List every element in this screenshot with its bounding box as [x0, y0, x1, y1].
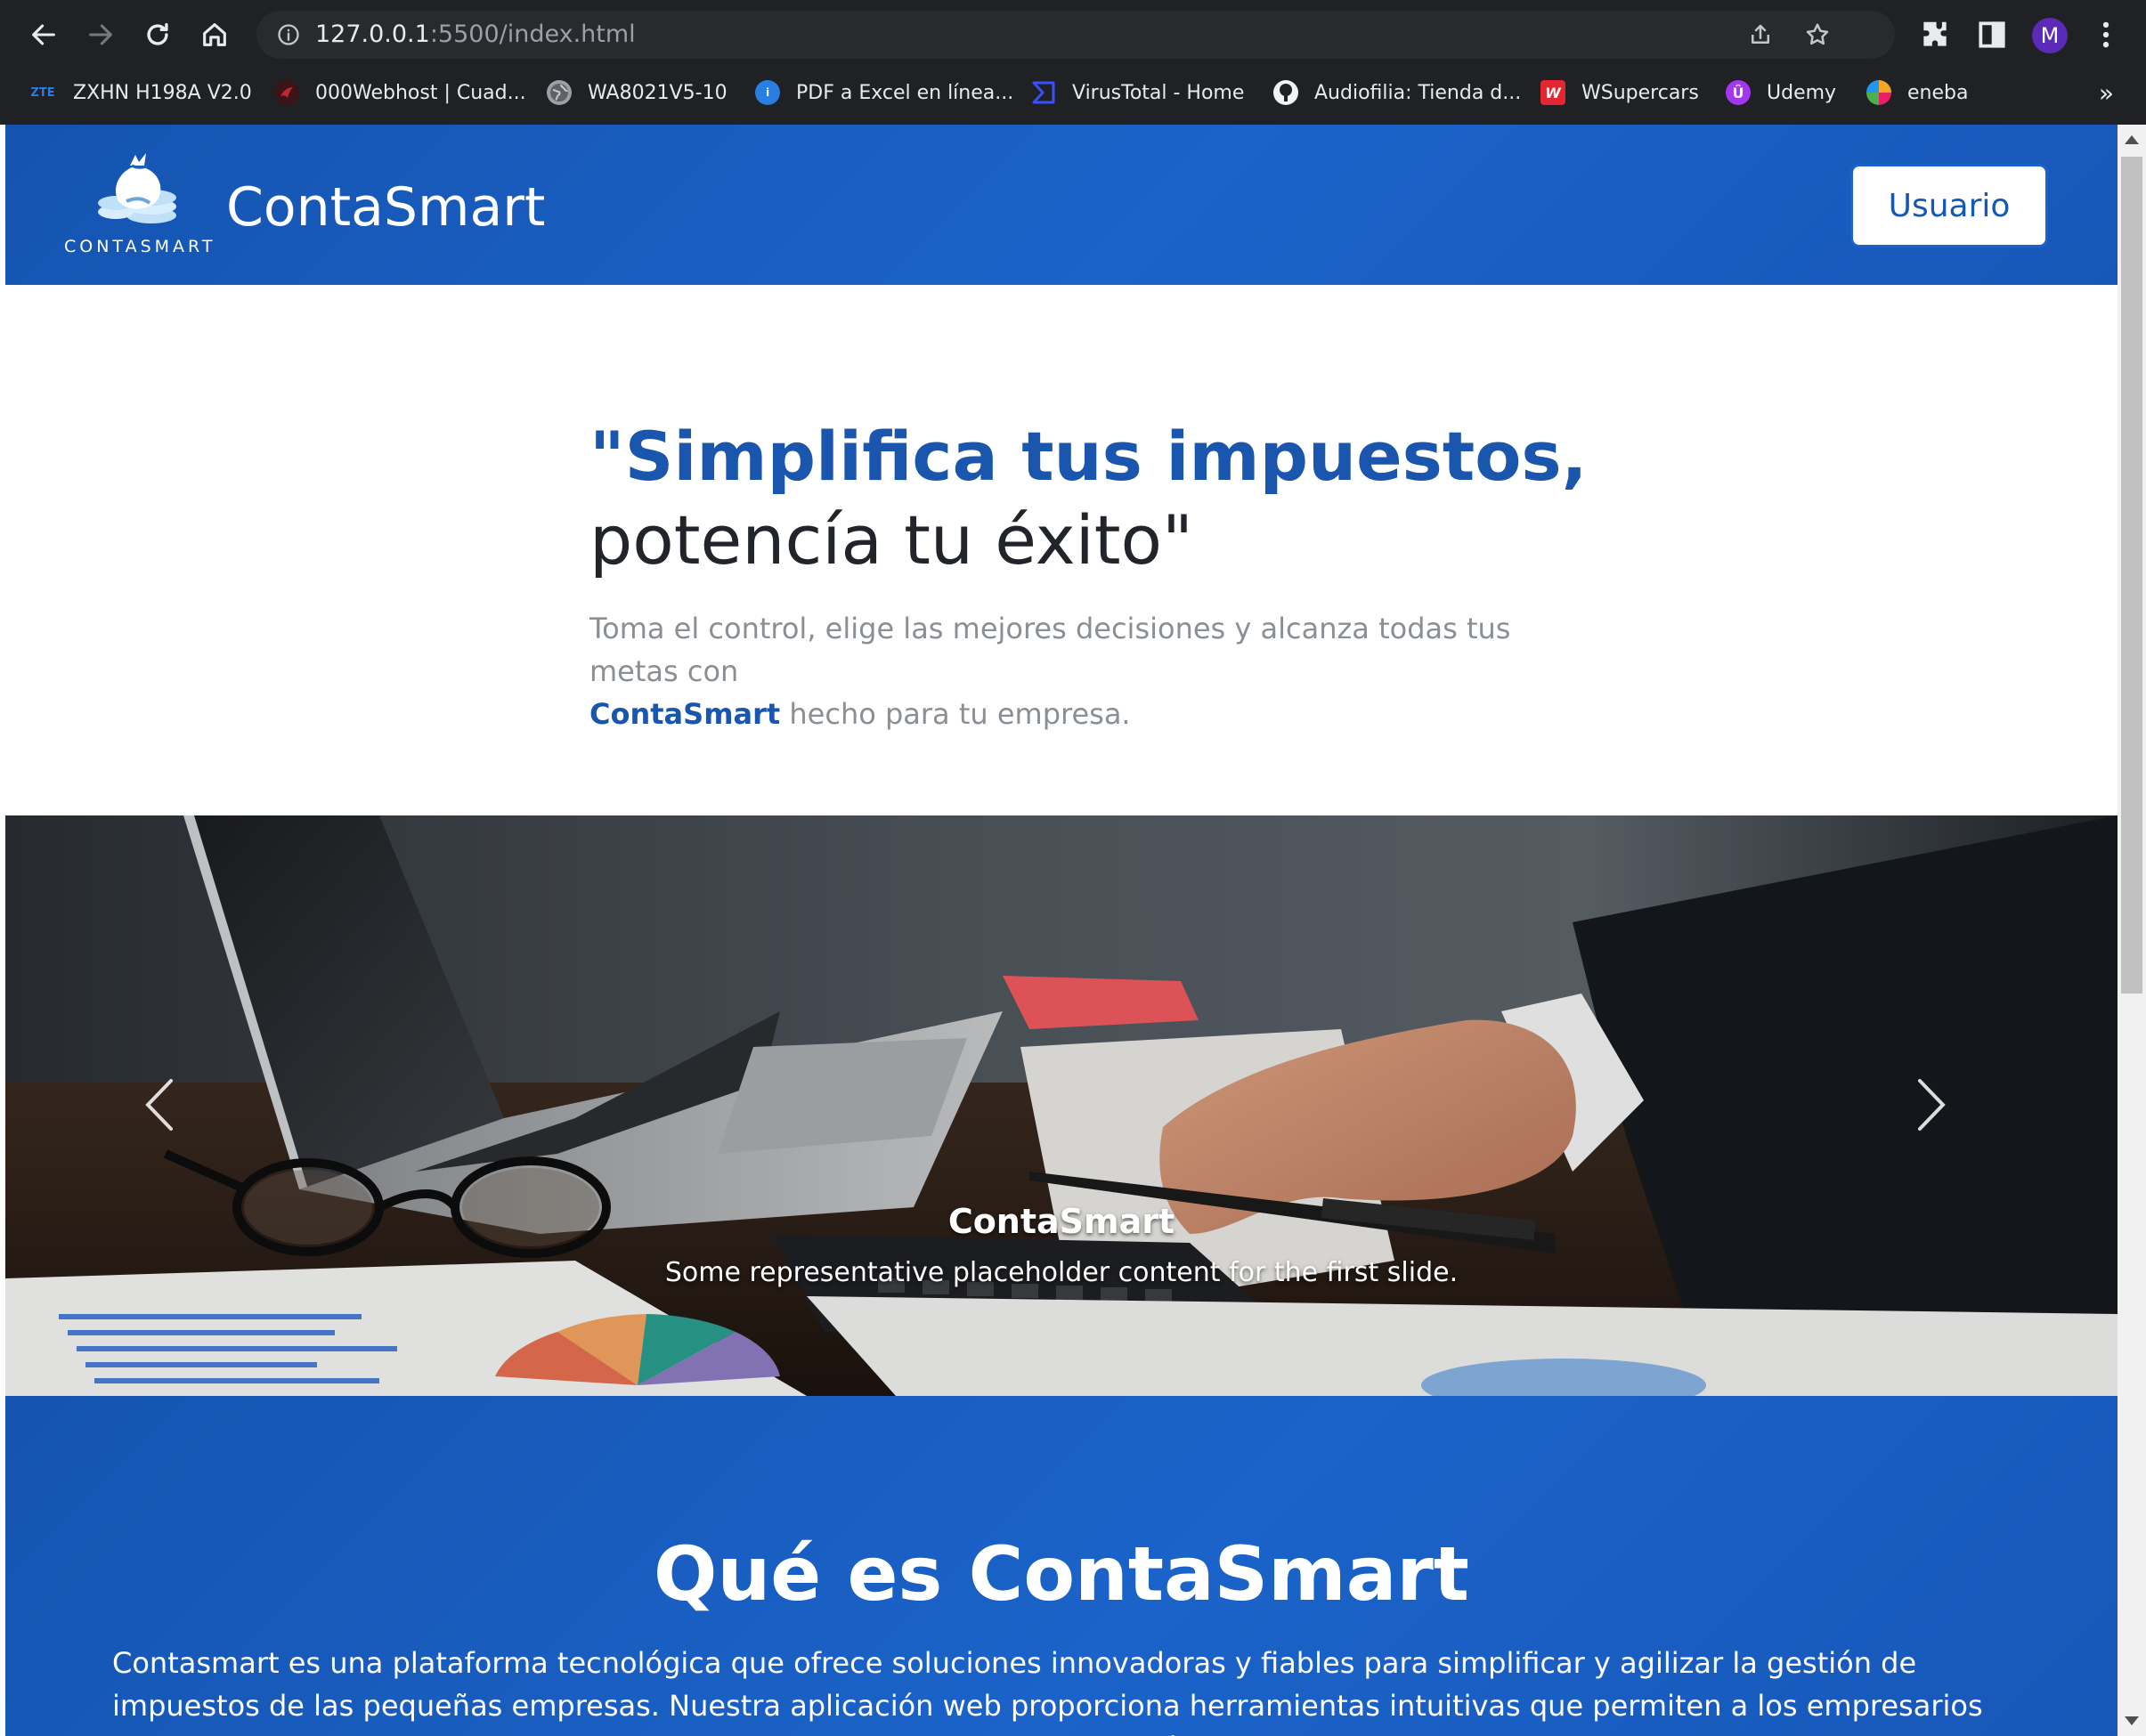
bookmark-item[interactable]: Û Udemy	[1726, 75, 1836, 110]
hero-text-end: hecho para tu empresa.	[780, 697, 1131, 731]
url-text: 127.0.0.1:5500/index.html	[315, 20, 636, 48]
bookmark-label: VirusTotal - Home	[1072, 81, 1245, 104]
bookmark-label: Audiofilia: Tienda d...	[1314, 81, 1522, 104]
pdf-excel-icon: i	[755, 80, 780, 105]
bookmark-label: 000Webhost | Cuad...	[315, 81, 526, 104]
wsupercars-icon: W	[1540, 80, 1565, 105]
zte-icon: ZTE	[30, 85, 55, 100]
carousel-slide-image	[5, 815, 2118, 1396]
udemy-icon: Û	[1726, 80, 1751, 105]
user-button[interactable]: Usuario	[1850, 164, 2048, 247]
carousel-prev-icon[interactable]	[135, 1074, 189, 1136]
menu-dots-icon[interactable]	[2089, 18, 2123, 52]
logo-wordmark: CONTASMART	[64, 237, 216, 256]
site-info-icon[interactable]	[276, 22, 301, 47]
site-header: CONTASMART ContaSmart Usuario	[5, 125, 2118, 285]
about-section: Qué es ContaSmart Contasmart es una plat…	[5, 1396, 2118, 1736]
bookmark-item[interactable]: Audiofilia: Tienda d...	[1273, 75, 1521, 110]
page-viewport: CONTASMART ContaSmart Usuario "Simplific…	[5, 125, 2118, 1736]
bookmark-label: Udemy	[1767, 81, 1837, 104]
carousel-next-icon[interactable]	[1902, 1074, 1955, 1136]
share-icon[interactable]	[1747, 21, 1774, 48]
side-panel-icon[interactable]	[1975, 18, 2009, 52]
bookmarks-bar: ZTE ZXHN H198A V2.0 000Webhost | Cuad...…	[0, 71, 2146, 114]
extensions-icon[interactable]	[1918, 18, 1952, 52]
hero-description: Toma el control, elige las mejores decis…	[589, 607, 1587, 735]
bookmark-item[interactable]: i PDF a Excel en línea...	[755, 75, 1013, 110]
bookmark-item[interactable]: eneba	[1866, 75, 1968, 110]
bookmark-label: ZXHN H198A V2.0	[73, 81, 252, 104]
virustotal-icon	[1031, 80, 1056, 105]
carousel-caption-text: Some representative placeholder content …	[664, 1257, 1459, 1288]
reload-icon[interactable]	[135, 12, 180, 57]
carousel-caption: ContaSmart Some representative placehold…	[5, 1198, 2118, 1293]
scrollbar-thumb[interactable]	[2121, 157, 2142, 994]
hero-section: "Simplifica tus impuestos, potencía tu é…	[5, 285, 2118, 815]
page-scrollbar[interactable]	[2118, 125, 2146, 1736]
bookmark-star-icon[interactable]	[1804, 21, 1831, 48]
hero-title: "Simplifica tus impuestos, potencía tu é…	[589, 415, 1588, 582]
bookmark-item[interactable]: VirusTotal - Home	[1031, 75, 1244, 110]
home-icon[interactable]	[192, 12, 237, 57]
hero-title-highlight: "Simplifica tus impuestos,	[589, 417, 1588, 496]
carousel: ContaSmart Some representative placehold…	[5, 815, 2118, 1396]
hero-text-brand: ContaSmart	[589, 697, 781, 731]
coins-money-bag-icon	[98, 153, 176, 223]
webhost-icon	[274, 80, 299, 105]
audiofilia-icon	[1273, 80, 1298, 105]
hero-text-start: Toma el control, elige las mejores decis…	[589, 612, 1511, 688]
eneba-icon	[1866, 80, 1891, 105]
bookmark-item[interactable]: 000Webhost | Cuad...	[274, 75, 526, 110]
bookmark-label: WA8021V5-10	[588, 81, 728, 104]
back-icon[interactable]	[21, 12, 66, 57]
scroll-down-icon[interactable]	[2125, 1716, 2139, 1725]
about-text: Contasmart es una plataforma tecnológica…	[112, 1646, 2002, 1736]
bookmark-item[interactable]: W WSupercars	[1540, 75, 1699, 110]
carousel-caption-title: ContaSmart	[947, 1202, 1175, 1241]
bookmark-label: WSupercars	[1581, 81, 1699, 104]
hero-title-rest: potencía tu éxito"	[589, 500, 1193, 580]
globe-icon	[547, 80, 572, 105]
about-title: Qué es ContaSmart	[654, 1530, 1469, 1618]
bookmark-item[interactable]: ZTE ZXHN H198A V2.0	[27, 75, 252, 110]
bookmarks-overflow-icon[interactable]: »	[2099, 78, 2114, 108]
browser-toolbar: 127.0.0.1:5500/index.html M	[0, 0, 2146, 69]
browser-chrome: 127.0.0.1:5500/index.html M ZTE ZXHN H19…	[0, 0, 2146, 125]
bookmark-item[interactable]: WA8021V5-10	[547, 75, 728, 110]
bookmark-label: eneba	[1907, 81, 1969, 104]
logo[interactable]: CONTASMART	[64, 148, 216, 272]
brand-name[interactable]: ContaSmart	[226, 176, 545, 239]
address-bar[interactable]: 127.0.0.1:5500/index.html	[256, 11, 1895, 59]
profile-avatar[interactable]: M	[2032, 18, 2068, 53]
forward-icon[interactable]	[78, 12, 123, 57]
scroll-up-icon[interactable]	[2125, 135, 2139, 144]
bookmark-label: PDF a Excel en línea...	[796, 81, 1014, 104]
